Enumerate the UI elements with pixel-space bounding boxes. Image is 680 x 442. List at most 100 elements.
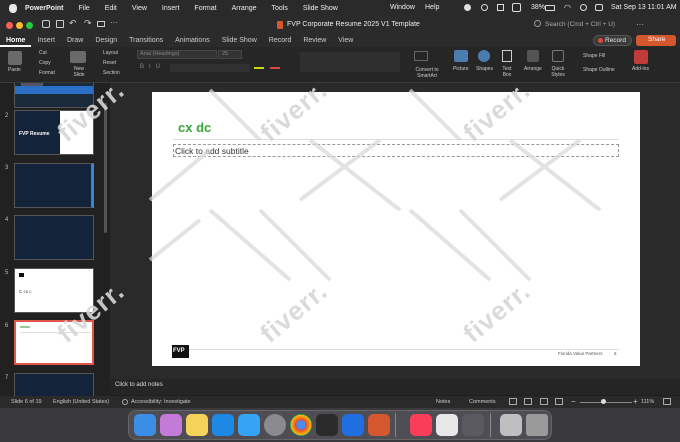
reading-view-icon[interactable]	[540, 398, 548, 405]
control-center-icon[interactable]	[595, 4, 603, 11]
zoom-out-button[interactable]: −	[571, 397, 576, 406]
tab-view[interactable]: View	[332, 34, 359, 47]
font-size-select[interactable]: 25	[218, 50, 242, 59]
app-store-icon[interactable]	[212, 414, 234, 436]
launchpad-icon[interactable]	[160, 414, 182, 436]
zoom-level[interactable]: 111%	[641, 399, 654, 405]
fit-to-window-icon[interactable]	[663, 398, 671, 405]
home-icon[interactable]	[42, 20, 50, 28]
tab-transitions[interactable]: Transitions	[123, 34, 169, 47]
tab-design[interactable]: Design	[89, 34, 123, 47]
menu-tools[interactable]: Tools	[272, 5, 288, 12]
notes-app-icon[interactable]	[186, 414, 208, 436]
more-icon[interactable]: ···	[110, 18, 118, 27]
menu-view[interactable]: View	[132, 5, 147, 12]
slide-thumb-2[interactable]: FVP Resume	[14, 110, 94, 155]
save-icon[interactable]	[56, 20, 64, 28]
menu-edit[interactable]: Edit	[105, 5, 117, 12]
menu-arrange[interactable]: Arrange	[232, 5, 257, 12]
notes-placeholder[interactable]: Click to add notes	[115, 382, 163, 388]
menu-slideshow[interactable]: Slide Show	[303, 5, 338, 12]
system-settings-icon[interactable]	[264, 414, 286, 436]
subtitle-placeholder[interactable]: Click to add subtitle	[173, 144, 619, 157]
menu-format[interactable]: Format	[194, 5, 216, 12]
slide-thumbnails-pane[interactable]: 2 FVP Resume 3 4 5 C cx c 6 7	[0, 83, 110, 398]
slide-thumb-7[interactable]	[14, 373, 94, 398]
slideshow-view-icon[interactable]	[555, 398, 563, 405]
cut-button[interactable]: Cut	[39, 50, 47, 56]
accessibility-status[interactable]: Accessibility: Investigate	[131, 399, 191, 405]
picture-icon[interactable]	[454, 50, 468, 62]
quick-styles-icon[interactable]	[552, 50, 564, 62]
testflight-icon[interactable]	[238, 414, 260, 436]
language-status[interactable]: English (United States)	[53, 399, 109, 405]
menu-help[interactable]: Help	[425, 4, 439, 11]
slide-title[interactable]: cx dc	[178, 120, 211, 135]
addins-label[interactable]: Add-ins	[632, 66, 649, 72]
slide-thumb-3[interactable]	[14, 163, 94, 208]
menu-window[interactable]: Window	[390, 4, 415, 11]
slide-thumb-5[interactable]: C cx c	[14, 268, 94, 313]
close-window-button[interactable]	[6, 22, 13, 29]
slide-thumb-4[interactable]	[14, 215, 94, 260]
notes-pane[interactable]: Click to add notes	[110, 379, 680, 395]
trash-icon[interactable]	[526, 414, 548, 436]
search-icon[interactable]	[534, 20, 541, 27]
slide-thumb-6-selected[interactable]	[14, 320, 94, 365]
highlight-color-icon[interactable]	[254, 67, 264, 69]
current-slide[interactable]: cx dc Click to add subtitle FVP Florida …	[152, 92, 640, 366]
notes-toggle-button[interactable]: Notes	[436, 399, 450, 405]
paragraph-group[interactable]	[300, 52, 400, 72]
textbox-icon[interactable]	[502, 50, 512, 62]
reset-button[interactable]: Reset	[103, 60, 116, 66]
smartart-icon[interactable]	[414, 51, 428, 61]
arrange-icon[interactable]	[527, 50, 539, 62]
redo-icon[interactable]: ↷	[84, 18, 92, 29]
shapes-label[interactable]: Shapes	[476, 66, 493, 72]
shapes-icon[interactable]	[478, 50, 490, 62]
record-button[interactable]: Record	[593, 35, 632, 46]
menu-file[interactable]: File	[79, 5, 90, 12]
normal-view-icon[interactable]	[509, 398, 517, 405]
addins-icon[interactable]	[634, 50, 648, 64]
tab-review[interactable]: Review	[297, 34, 332, 47]
undo-icon[interactable]: ↶	[69, 18, 77, 29]
tab-insert[interactable]: Insert	[31, 34, 61, 47]
zoom-slider[interactable]	[580, 402, 632, 403]
apple-icon[interactable]	[9, 3, 17, 13]
shape-outline-button[interactable]: Shape Outline	[583, 67, 615, 73]
accessibility-icon[interactable]	[122, 399, 128, 405]
screen-icon[interactable]	[512, 3, 521, 12]
slide-counter[interactable]: Slide 6 of 19	[11, 399, 42, 405]
tab-draw[interactable]: Draw	[61, 34, 89, 47]
search-input[interactable]: Search (Cmd + Ctrl + U)	[545, 21, 615, 28]
toolbox-icon[interactable]	[342, 414, 364, 436]
convert-smartart-button[interactable]: Convert to SmartArt	[412, 67, 442, 79]
arrange-label[interactable]: Arrange	[524, 66, 542, 72]
font-color-icon[interactable]	[270, 67, 280, 69]
figma-icon[interactable]	[316, 414, 338, 436]
paste-icon[interactable]	[8, 51, 22, 65]
textbox-label[interactable]: Text Box	[500, 66, 514, 78]
copy-button[interactable]: Copy	[39, 60, 51, 66]
wifi-icon[interactable]: ◠	[564, 3, 571, 12]
zoom-slider-thumb[interactable]	[601, 399, 606, 404]
shape-fill-button[interactable]: Shape Fill	[583, 53, 605, 59]
picture-label[interactable]: Picture	[453, 66, 469, 72]
new-slide-label[interactable]: New Slide	[72, 66, 86, 78]
zoom-in-button[interactable]: +	[633, 397, 638, 406]
music-icon[interactable]	[410, 414, 432, 436]
thumbnails-scrollbar[interactable]	[104, 103, 107, 233]
menubar-clock[interactable]: Sat Sep 13 11:01 AM	[611, 4, 677, 11]
box-icon[interactable]	[497, 4, 504, 11]
section-button[interactable]: Section	[103, 70, 120, 76]
more-menu-icon[interactable]: ···	[636, 20, 644, 29]
tab-slideshow[interactable]: Slide Show	[216, 34, 263, 47]
powerpoint-icon[interactable]	[368, 414, 390, 436]
zoom-window-button[interactable]	[26, 22, 33, 29]
battery-icon[interactable]	[545, 5, 555, 11]
present-icon[interactable]	[97, 21, 105, 27]
quick-styles-label[interactable]: Quick Styles	[549, 66, 567, 78]
slide-thumb-1[interactable]	[14, 83, 94, 108]
chrome-icon[interactable]	[290, 414, 312, 436]
